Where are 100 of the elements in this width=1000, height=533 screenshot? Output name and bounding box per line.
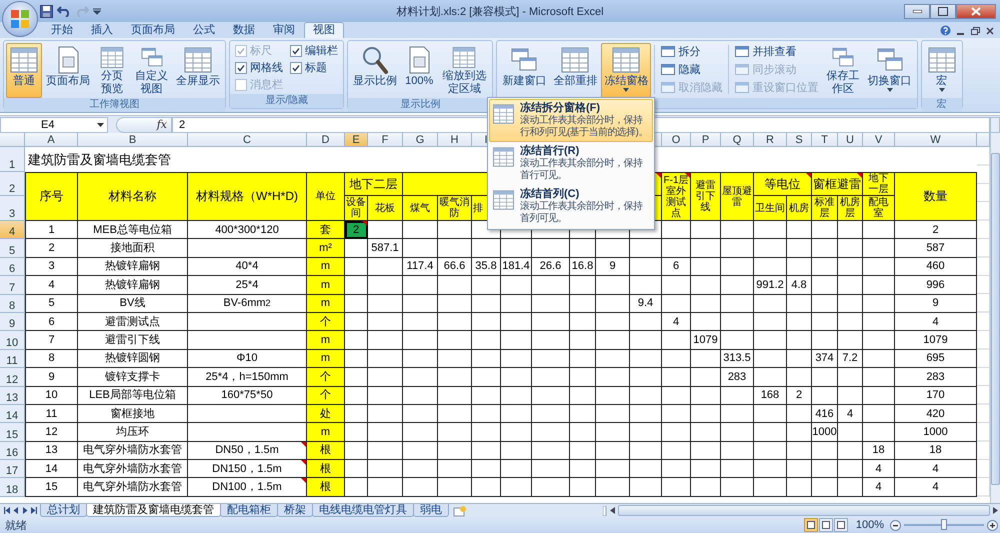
table-cell: 695 <box>895 350 977 368</box>
header-cell: 暖气消防 <box>438 196 472 221</box>
table-cell: 9 <box>895 294 977 313</box>
table-cell: m <box>307 276 345 295</box>
table-cell: 电气穿外墙防水套管 <box>78 460 188 478</box>
table-cell: 11 <box>25 404 78 424</box>
table-cell: 4 <box>895 478 977 497</box>
table-cell: 420 <box>895 404 977 424</box>
table-cell: m <box>307 294 345 313</box>
table-cell: 均压环 <box>78 423 188 442</box>
table-cell: 9 <box>596 258 630 276</box>
table-cell: BV线 <box>78 294 188 313</box>
header-cell: 配电室 <box>863 196 895 221</box>
table-cell: 4 <box>662 312 691 332</box>
table-cell: 2 <box>787 386 812 405</box>
header-cell: F-1层室外测试点 <box>662 172 691 221</box>
table-cell: 1000 <box>812 423 838 442</box>
table-cell: LEB局部等电位箱 <box>78 386 188 405</box>
table-cell: 个 <box>307 312 345 332</box>
header-cell: 数量 <box>895 172 977 221</box>
window-title: 材料计划.xls:2 [兼容模式] - Microsoft Excel <box>396 6 604 18</box>
header-cell: 序号 <box>25 172 78 221</box>
table-cell: 电气穿外墙防水套管 <box>78 442 188 460</box>
table-cell: 1079 <box>895 331 977 350</box>
table-cell: 374 <box>812 350 838 368</box>
table-cell: m <box>307 350 345 368</box>
table-cell: 根 <box>307 460 345 478</box>
table-cell: 1079 <box>691 331 721 350</box>
table-cell: 117.4 <box>403 258 438 276</box>
table-cell: 181.4 <box>501 258 532 276</box>
header-cell: 单位 <box>307 172 345 221</box>
table-cell: 416 <box>812 404 838 424</box>
table-cell: 6 <box>662 258 691 276</box>
table-cell: 2 <box>895 221 977 240</box>
table-cell: 个 <box>307 368 345 387</box>
table-cell: 4 <box>838 404 863 424</box>
table-cell: m <box>307 331 345 350</box>
table-cell: 避雷引下线 <box>78 331 188 350</box>
table-cell: 热镀锌扁钢 <box>78 258 188 276</box>
table-cell: 4 <box>895 312 977 332</box>
table-cell: 587.1 <box>368 239 403 258</box>
table-cell: MEB总等电位箱 <box>78 221 188 240</box>
table-cell: 避雷测试点 <box>78 312 188 332</box>
status-text: 就绪 <box>4 518 27 532</box>
header-cell: 花板 <box>368 196 403 221</box>
header-cell: 地下一层 <box>863 172 895 196</box>
table-cell: 接地面积 <box>78 239 188 258</box>
table-cell: 5 <box>25 294 78 313</box>
table-cell: 个 <box>307 386 345 405</box>
header-cell: 标准层 <box>812 196 838 221</box>
table-cell: 4 <box>863 478 895 497</box>
header-cell: 卫生间 <box>754 196 787 221</box>
table-cell: m <box>307 258 345 276</box>
table-cell: 窗框接地 <box>78 404 188 424</box>
table-cell: 套 <box>307 221 345 240</box>
table-cell: 996 <box>895 276 977 295</box>
table-cell: m <box>307 423 345 442</box>
table-cell: 170 <box>895 386 977 405</box>
group-label: 显示/隐藏 <box>230 94 344 108</box>
table-cell: 9.4 <box>630 294 662 313</box>
table-cell: 283 <box>721 368 754 387</box>
table-cell: 15 <box>25 478 78 497</box>
header-cell: 地下二层 <box>345 172 403 196</box>
table-cell: 35.8 <box>472 258 501 276</box>
table-cell: 根 <box>307 478 345 497</box>
table-cell: 26.6 <box>532 258 570 276</box>
table-cell: 4 <box>895 460 977 478</box>
header-cell: 机房 <box>787 196 812 221</box>
table-cell: 7.2 <box>838 350 863 368</box>
table-cell: 10 <box>25 386 78 405</box>
header-cell: 等电位 <box>754 172 812 196</box>
table-cell: 587 <box>895 239 977 258</box>
table-cell: 1000 <box>895 423 977 442</box>
table-cell: 2 <box>25 239 78 258</box>
table-cell: 168 <box>754 386 787 405</box>
header-cell: 避雷引下线 <box>691 172 721 221</box>
zoom-level: 100% <box>856 519 884 531</box>
table-cell: 3 <box>25 258 78 276</box>
header-cell: 屋顶避雷 <box>721 172 754 221</box>
table-cell: 根 <box>307 442 345 460</box>
table-cell: 14 <box>25 460 78 478</box>
table-cell: 4.8 <box>787 276 812 295</box>
table-cell: m² <box>307 239 345 258</box>
table-cell: 460 <box>895 258 977 276</box>
sheet-title: 建筑防雷及窗墙电缆套管 <box>28 154 171 166</box>
table-cell: 991.2 <box>754 276 787 295</box>
group-label: 工作簿视图 <box>4 98 226 112</box>
table-cell: 16.8 <box>570 258 596 276</box>
table-cell: 12 <box>25 423 78 442</box>
table-cell: 18 <box>863 442 895 460</box>
table-cell: 4 <box>863 460 895 478</box>
header-cell: 机房层 <box>838 196 863 221</box>
table-cell: 13 <box>25 442 78 460</box>
table-cell: 镀锌支撑卡 <box>78 368 188 387</box>
header-cell: 窗框避雷 <box>812 172 863 196</box>
group-label: 宏 <box>922 98 962 112</box>
table-cell: 66.6 <box>438 258 472 276</box>
header-cell: 设备间 <box>345 196 368 221</box>
table-cell: 7 <box>25 331 78 350</box>
table-cell: 热镀锌扁钢 <box>78 276 188 295</box>
